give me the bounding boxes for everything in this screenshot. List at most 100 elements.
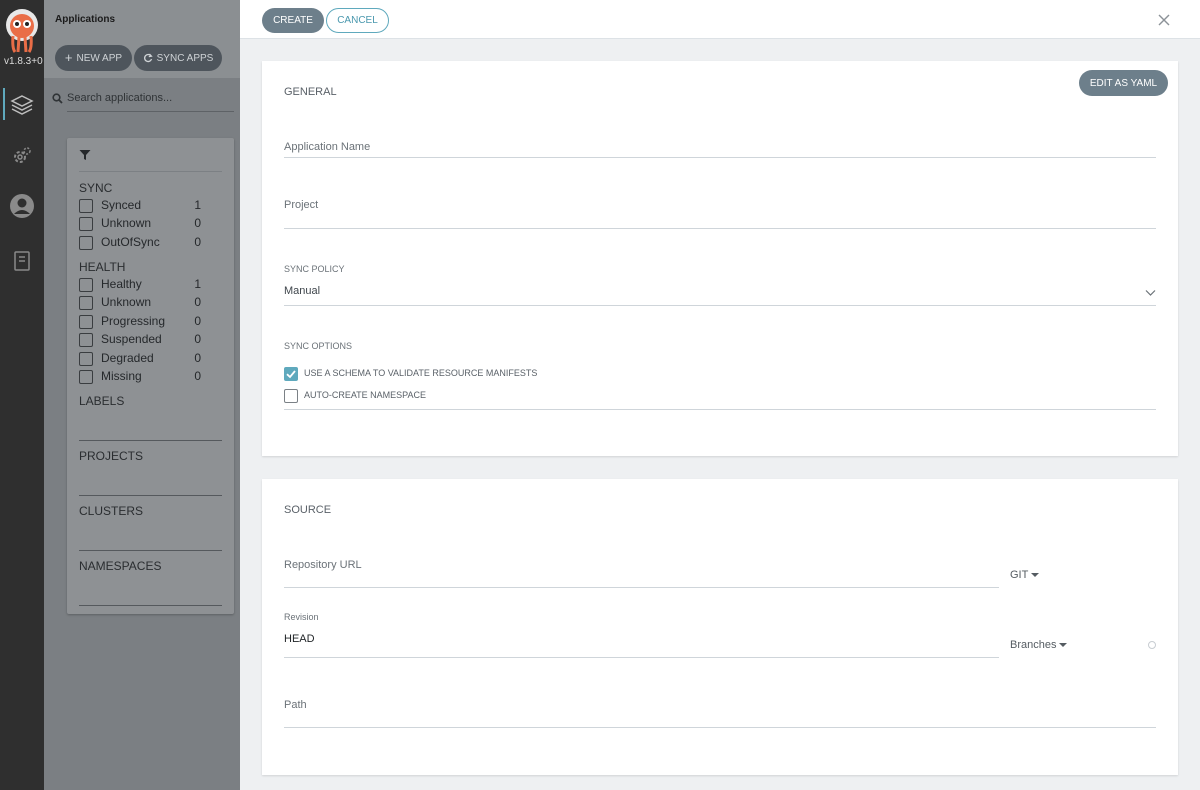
source-heading: SOURCE — [284, 504, 332, 516]
search-box[interactable]: Search applications... — [52, 90, 234, 112]
path-label: Path — [284, 699, 307, 711]
checkbox[interactable] — [79, 199, 93, 213]
repository-url-label: Repository URL — [284, 559, 362, 571]
filter-degraded[interactable]: Degraded 0 — [79, 351, 209, 367]
user-icon — [10, 194, 34, 218]
checkbox[interactable] — [79, 352, 93, 366]
sync-options-label: SYNC OPTIONS — [284, 341, 353, 351]
nav-docs[interactable] — [0, 241, 44, 281]
version-label: v1.8.3+0 — [4, 56, 43, 67]
namespaces-filter-input[interactable] — [79, 605, 222, 606]
projects-filter-heading: PROJECTS — [79, 449, 144, 463]
new-app-label: NEW APP — [76, 52, 123, 64]
sync-options-divider — [284, 409, 1156, 410]
application-name-input[interactable] — [284, 157, 1156, 158]
nav-user-info[interactable] — [0, 186, 44, 226]
plus-icon: + — [64, 50, 73, 65]
layers-icon — [10, 95, 34, 115]
repo-type-dropdown[interactable]: GIT — [1010, 569, 1040, 581]
help-icon[interactable] — [1148, 641, 1156, 649]
clusters-filter-input[interactable] — [79, 550, 222, 551]
filter-label: Unknown — [101, 295, 152, 309]
argo-logo-icon[interactable] — [5, 8, 39, 54]
project-input[interactable] — [284, 228, 1156, 229]
filter-count: 0 — [194, 369, 201, 383]
filter-count: 1 — [194, 277, 201, 291]
checkmark-icon — [286, 370, 296, 379]
filter-label: Synced — [101, 198, 142, 212]
path-input[interactable] — [284, 727, 1156, 728]
filter-count: 0 — [194, 314, 201, 328]
projects-filter-input[interactable] — [79, 495, 222, 496]
repository-url-input[interactable] — [284, 587, 999, 588]
revision-type-dropdown[interactable]: Branches — [1010, 639, 1068, 651]
namespaces-filter-heading: NAMESPACES — [79, 559, 162, 573]
page-title: Applications — [55, 14, 116, 25]
revision-label: Revision — [284, 612, 319, 622]
sync-policy-select[interactable] — [284, 305, 1156, 306]
filter-label: OutOfSync — [101, 235, 160, 249]
filters-panel: SYNC Synced 1 Unknown 0 OutOfSync 0 HEALTH … — [67, 138, 234, 614]
checkbox[interactable] — [79, 315, 93, 329]
filter-healthy[interactable]: Healthy 1 — [79, 277, 209, 293]
labels-filter-heading: LABELS — [79, 394, 125, 408]
filter-count: 1 — [194, 198, 201, 212]
filter-label: Missing — [101, 369, 142, 383]
cancel-button[interactable]: CANCEL — [326, 8, 389, 33]
close-icon[interactable] — [1157, 13, 1171, 27]
edit-as-yaml-button[interactable]: EDIT AS YAML — [1079, 70, 1168, 96]
filter-synced[interactable]: Synced 1 — [79, 198, 209, 214]
new-app-button[interactable]: + NEW APP — [55, 45, 132, 71]
revision-underline — [284, 657, 999, 658]
clusters-filter-heading: CLUSTERS — [79, 504, 144, 518]
filter-sync-unknown[interactable]: Unknown 0 — [79, 216, 209, 232]
applications-panel: Applications + NEW APP SYNC APPS Search … — [44, 0, 240, 790]
sync-policy-value[interactable]: Manual — [284, 285, 320, 297]
create-button[interactable]: CREATE — [262, 8, 324, 33]
revision-input[interactable]: HEAD — [284, 633, 315, 645]
health-filter-heading: HEALTH — [79, 260, 126, 274]
filter-count: 0 — [194, 216, 201, 230]
gears-icon — [14, 147, 31, 163]
search-icon — [52, 93, 63, 104]
auto-create-namespace-checkbox[interactable] — [284, 389, 298, 403]
checkbox[interactable] — [79, 296, 93, 310]
filter-suspended[interactable]: Suspended 0 — [79, 332, 209, 348]
sync-policy-label: SYNC POLICY — [284, 264, 345, 274]
nav-settings[interactable] — [0, 136, 44, 176]
checkbox[interactable] — [79, 370, 93, 384]
checkbox[interactable] — [79, 333, 93, 347]
schema-validate-label: USE A SCHEMA TO VALIDATE RESOURCE MANIFE… — [304, 368, 538, 378]
filter-count: 0 — [194, 295, 201, 309]
nav-rail: v1.8.3+0 — [0, 0, 44, 790]
sync-filter-heading: SYNC — [79, 181, 113, 195]
filter-count: 0 — [194, 351, 201, 365]
schema-validate-checkbox[interactable] — [284, 367, 298, 381]
applications-header: Applications + NEW APP SYNC APPS — [44, 0, 240, 78]
source-section: SOURCE Repository URL GIT Revision HEAD … — [262, 479, 1178, 775]
filter-progressing[interactable]: Progressing 0 — [79, 314, 209, 330]
filter-label: Suspended — [101, 332, 162, 346]
filter-missing[interactable]: Missing 0 — [79, 369, 209, 385]
filter-count: 0 — [194, 332, 201, 346]
create-app-dialog: CREATE CANCEL GENERAL EDIT AS YAML Appli… — [240, 0, 1200, 790]
nav-applications[interactable] — [0, 84, 44, 124]
search-input[interactable]: Search applications... — [67, 92, 172, 104]
filter-count: 0 — [194, 235, 201, 249]
repo-type-value: GIT — [1010, 569, 1029, 581]
filter-icon — [79, 150, 91, 160]
chevron-down-icon[interactable] — [1145, 287, 1156, 298]
general-heading: GENERAL — [284, 86, 337, 98]
general-section: GENERAL EDIT AS YAML Application Name Pr… — [262, 61, 1178, 456]
checkbox[interactable] — [79, 236, 93, 250]
filter-label: Progressing — [101, 314, 166, 328]
filter-health-unknown[interactable]: Unknown 0 — [79, 295, 209, 311]
checkbox[interactable] — [79, 217, 93, 231]
checkbox[interactable] — [79, 278, 93, 292]
sync-apps-button[interactable]: SYNC APPS — [134, 45, 222, 71]
labels-filter-input[interactable] — [79, 440, 222, 441]
dialog-toolbar: CREATE CANCEL — [240, 0, 1200, 39]
filter-outofsync[interactable]: OutOfSync 0 — [79, 235, 209, 251]
sync-apps-label: SYNC APPS — [156, 52, 214, 64]
project-label: Project — [284, 199, 319, 211]
